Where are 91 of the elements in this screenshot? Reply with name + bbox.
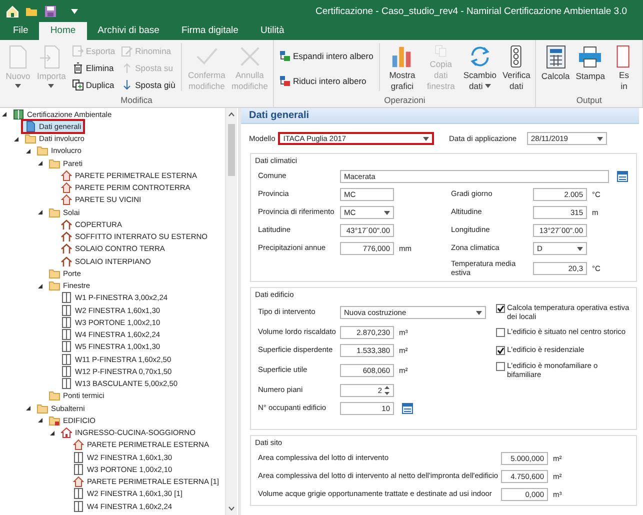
window-icon — [61, 354, 72, 365]
checkbox[interactable] — [496, 304, 505, 313]
folder-icon — [25, 133, 36, 144]
tree-scrollbar[interactable] — [225, 108, 237, 515]
collapse-arrow-icon[interactable] — [24, 146, 32, 155]
checkbox[interactable] — [496, 346, 505, 355]
save-icon[interactable] — [44, 4, 57, 18]
checkbox[interactable] — [496, 328, 505, 337]
house-outline-icon — [61, 170, 72, 181]
collapse-arrow-icon[interactable] — [36, 282, 44, 290]
table-icon[interactable] — [402, 403, 413, 414]
trash-icon — [72, 62, 84, 74]
caret-icon — [597, 136, 603, 140]
customize-caret-icon[interactable] — [71, 8, 78, 14]
duplicate-icon — [72, 78, 84, 90]
collapse-arrow-icon[interactable] — [48, 428, 56, 437]
window-icon — [61, 316, 72, 328]
roof-icon — [61, 218, 72, 230]
scroll-down-icon[interactable] — [228, 506, 235, 511]
window-icon — [61, 304, 72, 316]
roof-icon — [61, 256, 72, 267]
ribbon-tab[interactable]: File — [2, 22, 40, 40]
arrow-down-icon — [121, 78, 134, 90]
folder-icon — [49, 280, 60, 292]
folder-icon — [49, 158, 60, 169]
roof-icon — [61, 231, 72, 242]
window-icon — [61, 366, 72, 377]
ribbon-tab[interactable]: Utilità — [249, 22, 296, 40]
caret-icon — [476, 310, 482, 314]
ribbon-group-label: Operazioni — [383, 95, 426, 107]
folder-icon — [49, 390, 60, 402]
document-icon — [25, 120, 36, 132]
caret-icon — [384, 210, 390, 214]
ribbon-button[interactable]: Stampa — [572, 43, 608, 93]
folder-icon — [37, 145, 48, 156]
caret-icon — [423, 136, 430, 140]
ribbon-button[interactable]: Sposta giù — [120, 77, 176, 92]
house-outline-icon — [73, 439, 84, 450]
table-icon[interactable] — [617, 171, 628, 182]
panel-header: Dati generali — [241, 108, 639, 124]
checkmark-icon — [496, 304, 505, 313]
house-outline-icon — [61, 182, 72, 194]
window-icon — [61, 378, 72, 390]
folder-icon — [37, 402, 48, 414]
collapse-tree-icon — [279, 74, 292, 86]
collapse-arrow-icon[interactable] — [12, 134, 20, 143]
collapse-arrow-icon[interactable] — [36, 159, 44, 168]
printer-icon — [577, 44, 604, 70]
checkmark-icon — [496, 346, 505, 355]
expand-tree-icon — [279, 50, 292, 62]
window-icon — [73, 488, 84, 500]
house-outline-icon — [61, 194, 72, 206]
locked-folder-icon — [49, 414, 60, 426]
ribbon-button[interactable]: Scambio dati — [460, 43, 500, 93]
ribbon-button[interactable]: Riduci intero albero — [278, 73, 374, 88]
window-icon — [61, 341, 72, 352]
rename-icon — [121, 44, 134, 56]
checkbox[interactable] — [496, 362, 505, 371]
home-icon[interactable] — [6, 4, 19, 18]
ribbon-button[interactable]: Espandi intero albero — [278, 48, 374, 63]
collapse-arrow-icon[interactable] — [36, 208, 44, 216]
house-outline-icon — [73, 476, 84, 488]
scroll-thumb[interactable] — [228, 124, 235, 176]
house-icon — [61, 427, 72, 438]
ribbon-button[interactable]: Es in — [608, 43, 640, 93]
ribbon-tab[interactable]: Archivi di base — [86, 22, 170, 40]
spin-arrows-icon — [384, 385, 390, 396]
ribbon-group-label: Modifica — [120, 95, 154, 107]
ribbon-button[interactable]: Duplica — [70, 77, 116, 92]
scroll-up-icon[interactable] — [228, 112, 235, 117]
folder-icon — [49, 268, 60, 279]
window-icon — [61, 292, 72, 304]
ribbon-button[interactable]: Elimina — [70, 60, 116, 75]
ribbon-tab[interactable]: Firma digitale — [170, 22, 250, 40]
collapse-arrow-icon[interactable] — [0, 110, 8, 118]
ribbon-group-label: Output — [575, 95, 603, 107]
collapse-arrow-icon[interactable] — [36, 416, 44, 424]
window-icon — [73, 500, 84, 512]
window-icon — [73, 452, 84, 463]
collapse-arrow-icon[interactable] — [24, 404, 32, 412]
caret-icon — [577, 246, 583, 250]
window-icon — [61, 329, 72, 340]
folder-icon — [49, 206, 60, 218]
window-icon — [73, 464, 84, 475]
ribbon-button[interactable]: Calcola — [538, 43, 573, 93]
ribbon-tab[interactable]: Home — [39, 22, 87, 40]
ribbon-button[interactable]: Verifica dati — [499, 43, 534, 93]
roof-icon — [61, 243, 72, 254]
window-title: Certificazione - Caso_studio_rev4 - Namirial Certificazione Ambientale 3.0 — [315, 6, 627, 16]
ribbon-button[interactable]: Mostra grafici — [383, 43, 422, 93]
export-icon — [72, 44, 84, 56]
